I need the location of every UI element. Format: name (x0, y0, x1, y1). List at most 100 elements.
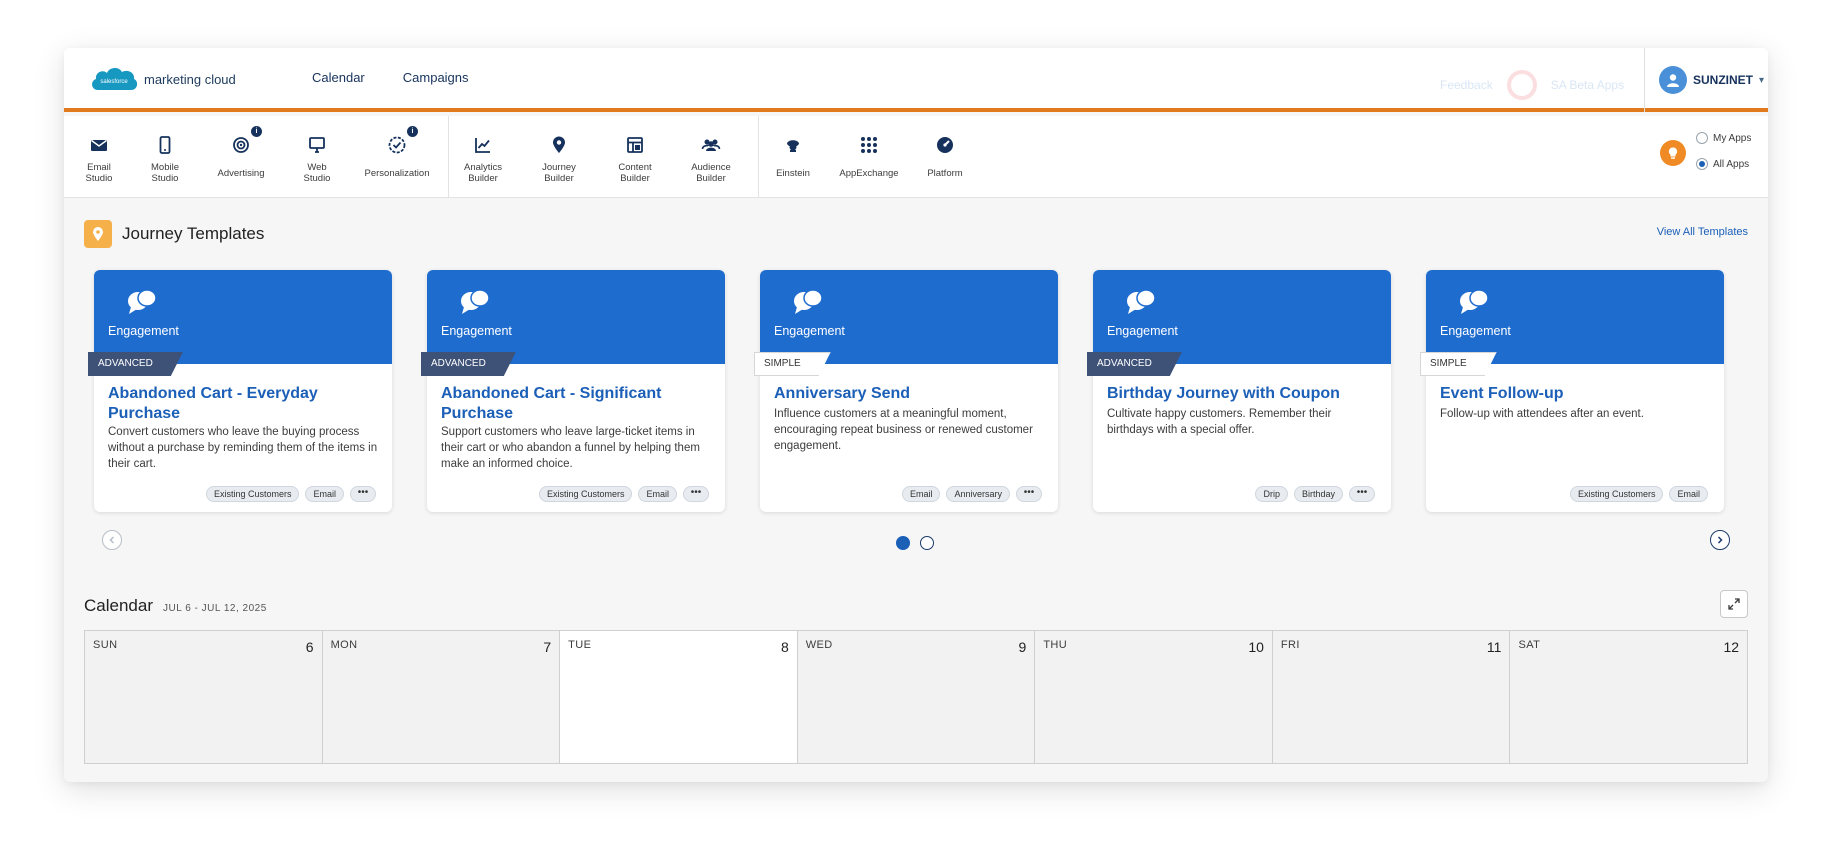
app-personalization[interactable]: i Personalization (358, 116, 436, 198)
carousel-page-dot-1[interactable] (896, 536, 910, 550)
calendar-day-wed[interactable]: WED 9 (797, 631, 1036, 763)
faded-header-tools: Feedback SA Beta Apps (1440, 70, 1624, 100)
salesforce-logo-text: salesforce (100, 79, 128, 85)
card-tags: Existing Customers Email (1569, 486, 1708, 502)
info-badge: i (407, 126, 418, 137)
notification-icon[interactable] (1506, 70, 1537, 100)
expand-icon (1728, 598, 1740, 610)
day-name: FRI (1280, 639, 1300, 651)
complexity-ribbon: ADVANCED (88, 352, 183, 376)
chat-bubbles-icon (128, 289, 157, 314)
view-all-templates-link[interactable]: View All Templates (1657, 226, 1748, 238)
day-date: 11 (1486, 639, 1502, 655)
location-pin-icon (548, 134, 570, 156)
app-advertising[interactable]: i Advertising (206, 116, 276, 198)
card-title[interactable]: Birthday Journey with Coupon (1107, 384, 1381, 404)
info-badge: i (251, 126, 262, 137)
card-tags: Email Anniversary ••• (901, 486, 1042, 502)
shield-check-icon: i (386, 126, 418, 156)
template-card[interactable]: Engagement ADVANCED Abandoned Cart - Eve… (94, 270, 392, 512)
gauge-icon (934, 134, 956, 156)
calendar-day-sun[interactable]: SUN 6 (85, 631, 323, 763)
more-tags-button[interactable]: ••• (1016, 486, 1042, 502)
complexity-ribbon: SIMPLE (1420, 352, 1497, 376)
calendar-day-thu[interactable]: THU 10 (1035, 631, 1273, 763)
card-title[interactable]: Anniversary Send (774, 384, 1048, 404)
day-date: 6 (305, 639, 314, 655)
calendar-week-grid: SUN 6 MON 7 TUE 8 WED 9 THU 10 FRI 11 SAT 12 (84, 630, 1748, 764)
nav-calendar[interactable]: Calendar (312, 70, 365, 85)
carousel-next-button[interactable] (1710, 530, 1730, 550)
template-tag: Existing Customers (538, 486, 633, 502)
app-content-builder[interactable]: Content Builder (600, 116, 670, 198)
user-menu[interactable]: SUNZINET ▾ (1644, 48, 1768, 112)
app-analytics-builder[interactable]: Analytics Builder (448, 116, 518, 198)
app-label: Mobile Studio (151, 162, 179, 184)
section-title: Journey Templates (122, 224, 265, 243)
radio-my-apps[interactable]: My Apps (1696, 132, 1751, 144)
app-journey-builder[interactable]: Journey Builder (524, 116, 594, 198)
beta-apps-link[interactable]: SA Beta Apps (1551, 78, 1624, 92)
salesforce-logo[interactable]: salesforce marketing cloud (88, 62, 236, 96)
template-tag: Email (305, 486, 344, 502)
template-card[interactable]: Engagement SIMPLE Event Follow-up Follow… (1426, 270, 1724, 512)
card-header-band: Engagement (1093, 270, 1391, 364)
app-label: Platform (927, 168, 963, 179)
day-name: THU (1043, 639, 1068, 651)
app-einstein[interactable]: Einstein (758, 116, 828, 198)
chat-bubbles-icon (794, 289, 823, 314)
calendar-day-tue[interactable]: TUE 8 (560, 631, 798, 763)
app-appexchange[interactable]: AppExchange (834, 116, 904, 198)
app-mobile-studio[interactable]: Mobile Studio (130, 116, 200, 198)
template-card[interactable]: Engagement ADVANCED Abandoned Cart - Sig… (427, 270, 725, 512)
more-tags-button[interactable]: ••• (683, 486, 709, 502)
card-description: Convert customers who leave the buying p… (108, 426, 378, 470)
carousel-page-dot-2[interactable] (920, 536, 934, 550)
monitor-icon (306, 134, 328, 156)
carousel-prev-button[interactable] (102, 530, 122, 550)
product-name: marketing cloud (144, 71, 236, 87)
more-tags-button[interactable]: ••• (1349, 486, 1375, 502)
calendar-day-sat[interactable]: SAT 12 (1510, 631, 1748, 763)
card-header-band: Engagement (427, 270, 725, 364)
nav-campaigns[interactable]: Campaigns (403, 70, 469, 85)
radio-all-apps[interactable]: All Apps (1696, 158, 1749, 170)
top-nav: Calendar Campaigns (312, 70, 469, 85)
card-description: Support customers who leave large-ticket… (441, 426, 700, 470)
app-label: Personalization (364, 168, 430, 179)
card-title[interactable]: Abandoned Cart - Significant Purchase (441, 384, 715, 424)
day-name: WED (805, 639, 833, 651)
target-icon: i (230, 126, 262, 156)
template-tag: Email (638, 486, 677, 502)
card-title[interactable]: Event Follow-up (1440, 384, 1714, 404)
card-header-band: Engagement (94, 270, 392, 364)
feedback-link[interactable]: Feedback (1440, 78, 1493, 92)
chat-bubbles-icon (1127, 289, 1156, 314)
card-category: Engagement (1440, 324, 1511, 338)
app-switcher-bar: Email Studio Mobile Studio i Advertising… (64, 116, 1768, 198)
chevron-down-icon: ▾ (1759, 74, 1765, 86)
app-email-studio[interactable]: Email Studio (64, 116, 134, 198)
day-date: 10 (1248, 639, 1264, 655)
app-label: Web Studio (303, 162, 331, 184)
template-tag: Birthday (1293, 486, 1343, 502)
card-tags: Existing Customers Email ••• (538, 486, 709, 502)
username: SUNZINET (1693, 73, 1753, 87)
card-title[interactable]: Abandoned Cart - Everyday Purchase (108, 384, 382, 424)
card-category: Engagement (774, 324, 845, 338)
more-tags-button[interactable]: ••• (350, 486, 376, 502)
chevron-right-icon (1717, 536, 1723, 544)
card-category: Engagement (108, 324, 179, 338)
radio-button-selected[interactable] (1696, 158, 1708, 170)
card-category: Engagement (1107, 324, 1178, 338)
radio-button[interactable] (1696, 132, 1708, 144)
template-card[interactable]: Engagement SIMPLE Anniversary Send Influ… (760, 270, 1058, 512)
app-audience-builder[interactable]: Audience Builder (676, 116, 746, 198)
app-web-studio[interactable]: Web Studio (282, 116, 352, 198)
app-platform[interactable]: Platform (910, 116, 980, 198)
lightbulb-icon[interactable] (1660, 140, 1686, 166)
template-card[interactable]: Engagement ADVANCED Birthday Journey wit… (1093, 270, 1391, 512)
calendar-day-mon[interactable]: MON 7 (322, 631, 561, 763)
calendar-day-fri[interactable]: FRI 11 (1272, 631, 1511, 763)
expand-calendar-button[interactable] (1720, 590, 1748, 618)
